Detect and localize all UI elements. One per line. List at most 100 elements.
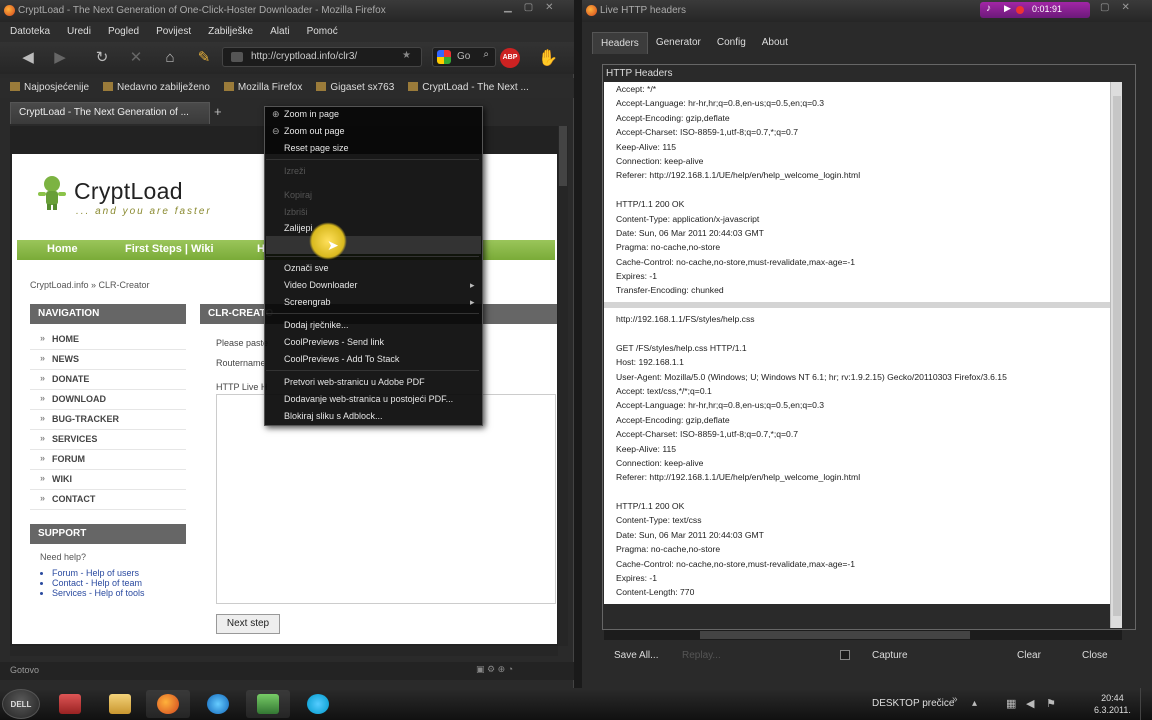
tab-cryptload[interactable]: CryptLoad - The Next Generation of ... [10, 102, 210, 124]
taskbar-ie-icon[interactable] [196, 690, 240, 718]
firefox-title-bar[interactable]: CryptLoad - The Next Generation of One-C… [0, 0, 574, 22]
tray-arrow-icon[interactable]: ▴ [972, 698, 977, 709]
menu-alati[interactable]: Alati [270, 22, 289, 42]
system-clock[interactable]: 20:44 6.3.2011. [1094, 692, 1131, 716]
menu-pogled[interactable]: Pogled [108, 22, 139, 42]
nav-item-download[interactable]: DOWNLOAD [30, 390, 186, 410]
topnav-first-steps[interactable]: First Steps | Wiki [125, 243, 214, 255]
menu-coolpreviews-stack[interactable]: CoolPreviews - Add To Stack [284, 354, 399, 364]
tab-about[interactable]: About [754, 32, 796, 54]
support-link-contact[interactable]: Contact - Help of team [52, 578, 186, 588]
save-all-button[interactable]: Save All... [614, 650, 658, 661]
menu-zoom-in[interactable]: Zoom in page [284, 109, 339, 119]
home-icon[interactable]: ⌂ [160, 49, 180, 67]
header-entry[interactable]: http://192.168.1.1/FS/styles/help.css GET… [604, 308, 1110, 604]
search-bar[interactable]: Go ⌕ [432, 47, 496, 67]
nav-item-services[interactable]: SERVICES [30, 430, 186, 450]
menu-pomoc[interactable]: Pomoć [307, 22, 338, 42]
menu-add-dictionaries[interactable]: Dodaj rječnike... [284, 320, 349, 330]
topnav-home[interactable]: Home [47, 243, 78, 255]
menu-delete[interactable]: Izbriši [284, 207, 308, 217]
status-icons[interactable]: ▣ ⚙ ⊕ ◔ [476, 664, 513, 675]
menu-screengrab[interactable]: Screengrab ▸ [284, 297, 475, 307]
taskbar-firefox-icon[interactable] [146, 690, 190, 718]
flag-tray-icon[interactable]: ⚑ [1046, 697, 1056, 710]
record-icon[interactable] [1016, 6, 1024, 14]
tab-headers[interactable]: Headers [592, 32, 648, 54]
bookmark-item[interactable]: Nedavno zabilježeno [103, 78, 210, 98]
bookmark-item[interactable]: Najposjećenije [10, 78, 89, 98]
tab-config[interactable]: Config [709, 32, 754, 54]
forward-icon[interactable]: ▶ [50, 49, 70, 67]
minimize-icon[interactable]: ▁ [504, 2, 512, 13]
nav-item-forum[interactable]: FORUM [30, 450, 186, 470]
next-step-button[interactable]: Next step [216, 614, 280, 634]
start-button[interactable]: DELL [2, 689, 40, 719]
tab-generator[interactable]: Generator [648, 32, 709, 54]
capture-checkbox[interactable] [840, 650, 850, 660]
recorder-widget[interactable]: ♪ ▶ 0:01:91 [980, 2, 1090, 18]
nav-item-wiki[interactable]: WIKI [30, 470, 186, 490]
search-icon[interactable]: ⌕ [483, 49, 489, 60]
menu-select-all[interactable]: Označi sve [284, 263, 329, 273]
nav-item-bug-tracker[interactable]: BUG-TRACKER [30, 410, 186, 430]
google-icon[interactable] [437, 50, 451, 64]
taskbar-network-icon[interactable] [246, 690, 290, 718]
close-icon[interactable]: ✕ [1121, 2, 1129, 13]
close-icon[interactable]: ✕ [545, 2, 553, 13]
tray-expand-icon[interactable]: » [952, 694, 958, 705]
grab-hand-icon[interactable]: ✋ [538, 48, 558, 68]
clear-button[interactable]: Clear [1017, 650, 1041, 661]
menu-adblock-image[interactable]: Blokiraj sliku s Adblock... [284, 411, 383, 421]
site-identity-icon[interactable] [231, 52, 243, 62]
network-tray-icon[interactable]: ▦ [1006, 697, 1016, 710]
menu-cut[interactable]: Izreži [284, 166, 306, 176]
stop-icon[interactable]: ✕ [126, 49, 146, 67]
desktop-shortcuts-toolbar[interactable]: DESKTOP prečice [872, 698, 954, 709]
menu-zoom-out[interactable]: Zoom out page [284, 126, 345, 136]
headers-horizontal-scrollbar[interactable] [604, 630, 1122, 640]
new-tab-icon[interactable]: + [214, 104, 222, 119]
page-horizontal-scrollbar[interactable] [10, 646, 558, 656]
menu-video-downloader[interactable]: Video Downloader ▸ [284, 280, 475, 290]
adblock-icon[interactable]: ABP [500, 48, 520, 68]
menu-coolpreviews-send[interactable]: CoolPreviews - Send link [284, 337, 384, 347]
bookmark-item[interactable]: Mozilla Firefox [223, 78, 302, 98]
menu-copy[interactable]: Kopiraj [284, 190, 312, 200]
menu-uredi[interactable]: Uredi [67, 22, 91, 42]
menu-convert-pdf[interactable]: Pretvori web-stranicu u Adobe PDF [284, 377, 425, 387]
menu-zabiljeske[interactable]: Zabilješke [208, 22, 253, 42]
play-icon[interactable]: ▶ [1004, 3, 1011, 14]
taskbar-media-icon[interactable] [48, 690, 92, 718]
menu-povijest[interactable]: Povijest [156, 22, 191, 42]
header-entry[interactable]: Accept: */* Accept-Language: hr-hr,hr;q=0… [604, 82, 1110, 302]
menu-paste[interactable]: Zalijepi [284, 223, 313, 233]
nav-item-news[interactable]: NEWS [30, 350, 186, 370]
tools-icon[interactable]: ✎ [194, 49, 214, 67]
taskbar-skype-icon[interactable] [296, 690, 340, 718]
support-link-forum[interactable]: Forum - Help of users [52, 568, 186, 578]
maximize-icon[interactable]: ▢ [524, 2, 533, 13]
volume-tray-icon[interactable]: ◀ [1026, 697, 1034, 710]
maximize-icon[interactable]: ▢ [1100, 2, 1109, 13]
nav-item-home[interactable]: HOME [30, 330, 186, 350]
url-bar[interactable]: http://cryptload.info/clr3/ ★ [222, 47, 422, 67]
menu-append-pdf[interactable]: Dodavanje web-stranica u postojeći PDF..… [284, 394, 453, 404]
support-link-services[interactable]: Services - Help of tools [52, 588, 186, 598]
show-desktop-button[interactable] [1140, 688, 1152, 720]
cryptload-logo-icon[interactable] [32, 172, 72, 212]
replay-button[interactable]: Replay... [682, 650, 721, 661]
close-button[interactable]: Close [1082, 650, 1108, 661]
bookmark-item[interactable]: Gigaset sx763 [316, 78, 394, 98]
menu-datoteka[interactable]: Datoteka [10, 22, 50, 42]
headers-vertical-scrollbar[interactable] [1110, 82, 1122, 628]
bookmark-item[interactable]: CryptLoad - The Next ... [408, 78, 529, 98]
taskbar-explorer-icon[interactable] [98, 690, 142, 718]
page-vertical-scrollbar[interactable] [558, 126, 568, 646]
reload-icon[interactable]: ↻ [92, 49, 112, 67]
headers-list[interactable]: Accept: */* Accept-Language: hr-hr,hr;q=0… [604, 82, 1110, 604]
bookmark-star-icon[interactable]: ★ [402, 50, 411, 61]
menu-reset-size[interactable]: Reset page size [284, 143, 349, 153]
nav-item-contact[interactable]: CONTACT [30, 490, 186, 510]
back-icon[interactable]: ◀ [18, 49, 38, 67]
